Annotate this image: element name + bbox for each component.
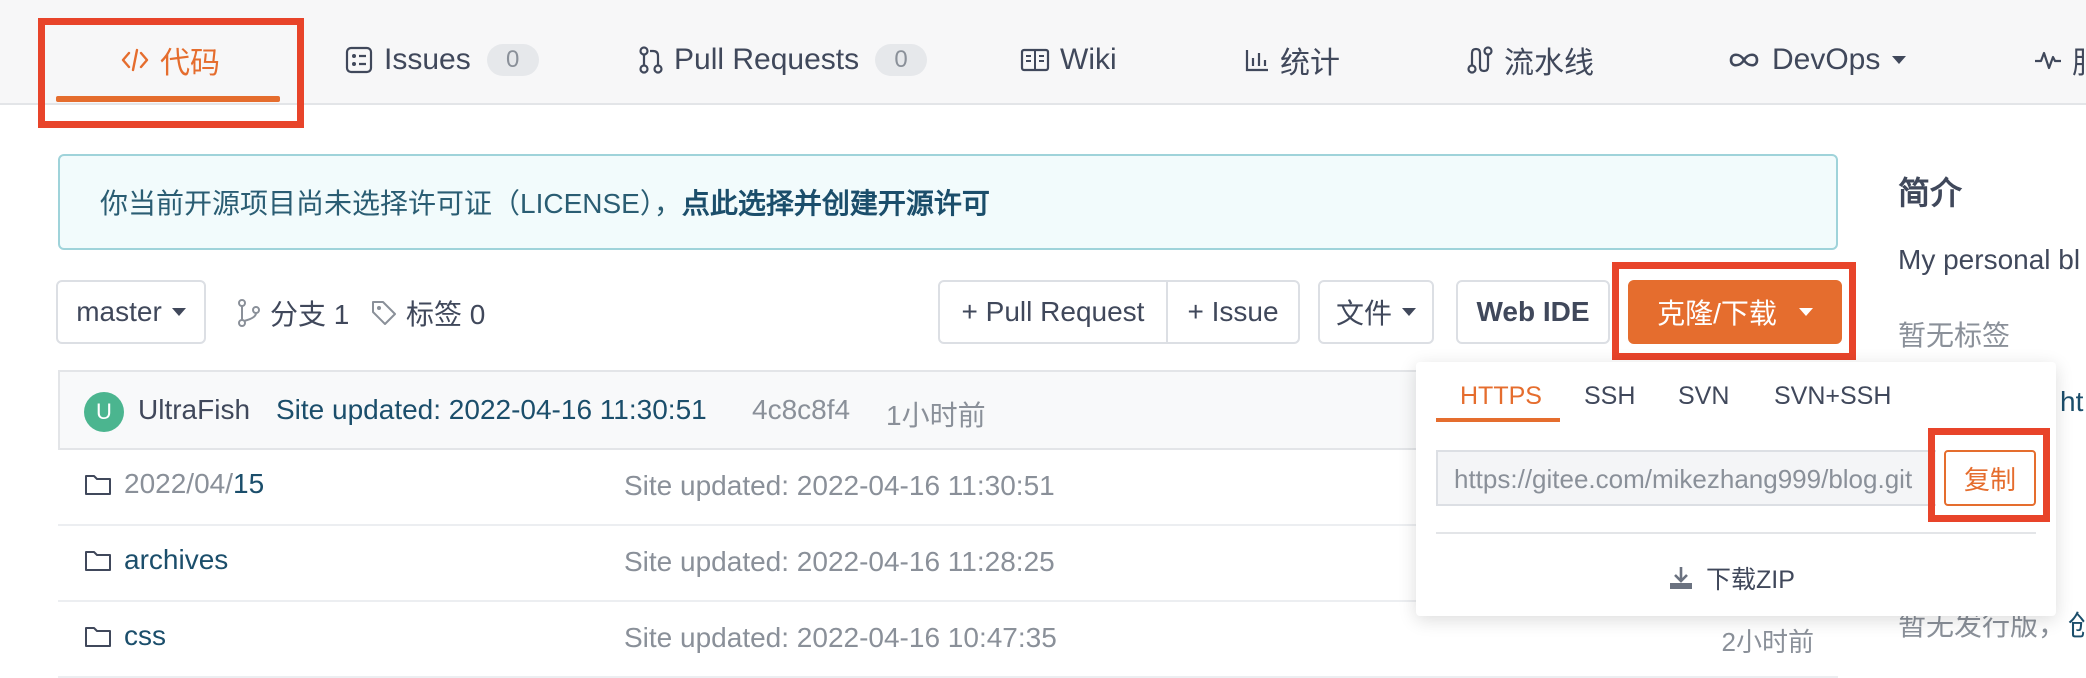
issues-count-badge: 0 [486,44,539,76]
tags-link[interactable]: 标签 0 [370,294,485,332]
tags-count-label: 标签 0 [406,299,486,330]
file-commit-message[interactable]: Site updated: 2022-04-16 10:47:35 [624,622,1057,654]
pulse-icon [2034,48,2062,72]
branch-icon [236,298,262,328]
sidebar-description: My personal bl [1898,244,2081,275]
branch-select-value: master [76,296,162,327]
protocol-tab-indicator [1436,418,1560,422]
book-icon [1020,47,1050,73]
file-path-prefix: 2022/04/ [124,468,233,499]
file-commit-time: 2小时前 [1721,627,1814,657]
folder-icon [84,548,112,572]
branches-link[interactable]: 分支 1 [236,294,349,332]
download-icon [1668,565,1694,591]
tag-icon [370,299,398,327]
clone-url-field[interactable]: https://gitee.com/mikezhang999/blog.git [1436,450,1936,506]
highlight-box-clone-button [1612,262,1856,360]
pipeline-icon [1466,45,1494,75]
file-name[interactable]: archives [124,544,228,576]
chevron-down-icon [1892,56,1907,64]
file-commit-message[interactable]: Site updated: 2022-04-16 11:30:51 [624,470,1055,502]
new-issue-button[interactable]: + Issue [1166,280,1300,344]
tab-pull-requests-label: Pull Requests [674,43,860,76]
tab-pipeline[interactable]: 流水线 [1466,38,1594,82]
commit-message[interactable]: Site updated: 2022-04-16 11:30:51 [276,394,707,426]
commit-time: 1小时前 [886,400,986,431]
tab-services-label: 服 [2072,38,2086,82]
chevron-down-icon [171,308,186,316]
tab-devops-label: DevOps [1772,43,1881,76]
branches-count-label: 分支 1 [270,299,350,330]
file-name[interactable]: css [124,620,166,652]
new-pull-request-label: + Pull Request [961,296,1145,327]
download-zip-label: 下载ZIP [1706,566,1795,594]
commit-hash[interactable]: 4c8c8f4 [752,394,850,426]
file-commit-message[interactable]: Site updated: 2022-04-16 11:28:25 [624,546,1055,578]
web-ide-button[interactable]: Web IDE [1456,280,1610,344]
issues-icon [344,45,374,75]
sidebar-homepage-link[interactable]: ht [2060,386,2083,418]
commit-author[interactable]: UltraFish [138,394,250,426]
tab-stats[interactable]: 统计 [1244,38,1340,82]
pull-requests-count-badge: 0 [875,44,928,76]
chevron-down-icon [1402,308,1416,316]
new-pull-request-button[interactable]: + Pull Request [938,280,1168,344]
file-menu-label: 文件 [1335,298,1392,329]
tab-services[interactable]: 服 [2034,38,2086,82]
dropdown-divider [1436,532,2036,534]
tab-issues-label: Issues [384,43,471,76]
tab-issues[interactable]: Issues 0 [344,38,539,82]
protocol-tab-svn-ssh[interactable]: SVN+SSH [1774,382,1891,411]
license-notice-text: 你当前开源项目尚未选择许可证（LICENSE）， [100,188,682,219]
folder-icon [84,624,112,648]
highlight-box-code-tab [38,18,304,128]
chart-icon [1244,47,1270,73]
folder-icon [84,472,112,496]
protocol-tab-https[interactable]: HTTPS [1460,382,1542,411]
sidebar-no-tags: 暂无标签 [1898,320,2011,351]
file-name[interactable]: 15 [233,468,264,499]
sidebar-create-release-link[interactable]: 创 [2068,604,2086,644]
download-zip-button[interactable]: 下载ZIP [1668,560,1795,596]
infinity-icon [1726,49,1762,71]
branch-select[interactable]: master [56,280,206,344]
protocol-tab-ssh[interactable]: SSH [1584,382,1635,411]
highlight-box-copy-button [1928,428,2050,522]
new-issue-label: + Issue [1187,296,1279,327]
clone-url-value: https://gitee.com/mikezhang999/blog.git [1454,464,1913,494]
tab-wiki-label: Wiki [1060,43,1117,76]
tab-wiki[interactable]: Wiki [1020,38,1117,82]
pull-request-icon [638,45,664,75]
avatar: U [84,392,124,432]
tab-stats-label: 统计 [1280,47,1340,80]
protocol-tab-svn[interactable]: SVN [1678,382,1729,411]
tab-devops[interactable]: DevOps [1726,38,1907,82]
file-menu-button[interactable]: 文件 [1318,280,1434,344]
create-license-link[interactable]: 点此选择并创建开源许可 [682,182,990,222]
sidebar-title: 简介 [1898,175,1963,211]
tab-pipeline-label: 流水线 [1504,47,1594,80]
tab-pull-requests[interactable]: Pull Requests 0 [638,38,928,82]
license-notice: 你当前开源项目尚未选择许可证（LICENSE）， 点此选择并创建开源许可 [58,154,1838,250]
web-ide-label: Web IDE [1476,296,1590,327]
